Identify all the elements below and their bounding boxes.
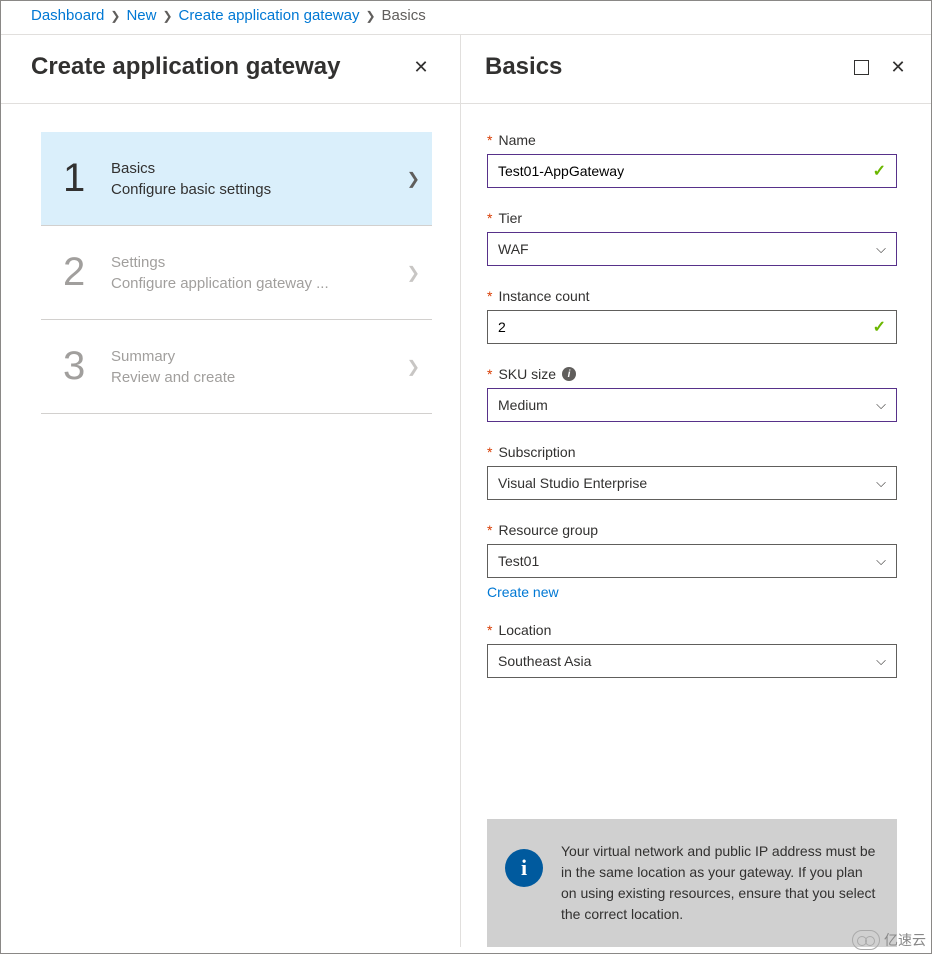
step-subtitle: Configure application gateway ...	[111, 275, 407, 292]
check-icon: ✓	[873, 161, 886, 181]
step-summary[interactable]: 3 Summary Review and create ❯	[41, 320, 432, 414]
breadcrumb-create-app-gateway[interactable]: Create application gateway	[179, 7, 360, 24]
left-panel: Create application gateway ✕ 1 Basics Co…	[1, 35, 461, 947]
step-title: Settings	[111, 254, 407, 271]
watermark-icon	[852, 930, 880, 950]
chevron-right-icon: ❯	[407, 169, 420, 189]
select-value: Test01	[498, 553, 876, 569]
info-box: i Your virtual network and public IP add…	[487, 819, 897, 947]
breadcrumb-dashboard[interactable]: Dashboard	[31, 7, 104, 24]
field-label: Name	[498, 132, 535, 148]
basics-form: *Name ✓ *Tier WAF ⌵ *Instance count	[461, 104, 931, 787]
step-basics[interactable]: 1 Basics Configure basic settings ❯	[41, 132, 432, 226]
field-label: Subscription	[498, 444, 575, 460]
field-label: SKU size	[498, 366, 556, 382]
close-icon[interactable]: ✕	[887, 56, 909, 78]
step-number: 3	[63, 344, 111, 389]
info-icon: i	[505, 849, 543, 887]
step-number: 1	[63, 156, 111, 201]
chevron-down-icon: ⌵	[876, 397, 886, 413]
field-label: Location	[498, 622, 551, 638]
maximize-icon[interactable]	[854, 60, 869, 75]
chevron-right-icon: ❯	[407, 263, 420, 283]
field-location: *Location Southeast Asia ⌵	[487, 622, 897, 678]
field-label: Resource group	[498, 522, 598, 538]
step-number: 2	[63, 250, 111, 295]
chevron-down-icon: ⌵	[876, 553, 886, 569]
select-value: Visual Studio Enterprise	[498, 475, 876, 491]
blade-title: Basics	[485, 53, 562, 81]
field-subscription: *Subscription Visual Studio Enterprise ⌵	[487, 444, 897, 500]
breadcrumb: Dashboard ❯ New ❯ Create application gat…	[1, 1, 931, 35]
select-value: Medium	[498, 397, 876, 413]
wizard-steps: 1 Basics Configure basic settings ❯ 2 Se…	[1, 104, 460, 414]
create-new-link[interactable]: Create new	[487, 584, 559, 600]
watermark-text: 亿速云	[884, 930, 926, 950]
info-message: Your virtual network and public IP addre…	[561, 841, 879, 925]
field-sku-size: * SKU size i Medium ⌵	[487, 366, 897, 422]
field-label: Tier	[498, 210, 522, 226]
field-resource-group: *Resource group Test01 ⌵ Create new	[487, 522, 897, 600]
page-title: Create application gateway	[31, 53, 340, 81]
instance-count-input[interactable]	[498, 319, 873, 335]
select-value: Southeast Asia	[498, 653, 876, 669]
info-icon[interactable]: i	[562, 367, 576, 381]
location-select[interactable]: Southeast Asia ⌵	[487, 644, 897, 678]
close-icon[interactable]: ✕	[410, 56, 432, 78]
name-input[interactable]	[498, 163, 873, 179]
tier-select[interactable]: WAF ⌵	[487, 232, 897, 266]
chevron-right-icon: ❯	[110, 9, 120, 23]
field-name: *Name ✓	[487, 132, 897, 188]
field-instance-count: *Instance count ✓	[487, 288, 897, 344]
step-subtitle: Configure basic settings	[111, 181, 407, 198]
check-icon: ✓	[873, 317, 886, 337]
breadcrumb-current: Basics	[382, 7, 426, 24]
watermark: 亿速云	[852, 930, 926, 950]
subscription-select[interactable]: Visual Studio Enterprise ⌵	[487, 466, 897, 500]
field-tier: *Tier WAF ⌵	[487, 210, 897, 266]
instance-count-input-wrap[interactable]: ✓	[487, 310, 897, 344]
step-settings[interactable]: 2 Settings Configure application gateway…	[41, 226, 432, 320]
chevron-down-icon: ⌵	[876, 241, 886, 257]
step-title: Summary	[111, 348, 407, 365]
breadcrumb-new[interactable]: New	[126, 7, 156, 24]
field-label: Instance count	[498, 288, 589, 304]
chevron-down-icon: ⌵	[876, 653, 886, 669]
chevron-right-icon: ❯	[162, 9, 172, 23]
sku-size-select[interactable]: Medium ⌵	[487, 388, 897, 422]
right-panel: Basics ✕ *Name ✓ *Tier WAF ⌵	[461, 35, 931, 947]
step-title: Basics	[111, 160, 407, 177]
chevron-down-icon: ⌵	[876, 475, 886, 491]
name-input-wrap[interactable]: ✓	[487, 154, 897, 188]
chevron-right-icon: ❯	[365, 9, 375, 23]
resource-group-select[interactable]: Test01 ⌵	[487, 544, 897, 578]
chevron-right-icon: ❯	[407, 357, 420, 377]
step-subtitle: Review and create	[111, 369, 407, 386]
select-value: WAF	[498, 241, 876, 257]
